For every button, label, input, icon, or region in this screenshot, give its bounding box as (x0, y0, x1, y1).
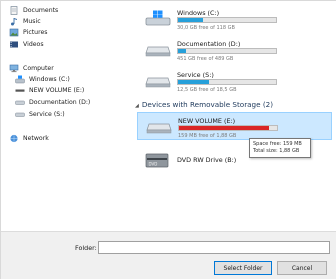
drives-pane: Windows (C:) 30,0 GB free of 118 GB Docu… (129, 1, 336, 231)
sidebar-item-documents[interactable]: Documents (9, 5, 58, 15)
sidebar-item-videos[interactable]: Videos (9, 39, 44, 49)
windows-drive-icon (145, 10, 171, 26)
drive-windows-c[interactable]: Windows (C:) 30,0 GB free of 118 GB (137, 5, 332, 33)
svg-text:DVD: DVD (149, 162, 158, 167)
drive-new-volume-e[interactable]: NEW VOLUME (E:) 159 MB free of 1,88 GB (137, 112, 332, 140)
drive-name: Windows (C:) (177, 9, 220, 17)
drive-free-space: 30,0 GB free of 118 GB (177, 25, 235, 31)
sidebar-item-label: NEW VOLUME (E:) (29, 86, 85, 94)
folder-label: Folder: (75, 244, 97, 252)
drive-name: DVD RW Drive (B:) (177, 156, 237, 164)
drive-name: Service (S:) (177, 71, 214, 79)
drive-usage-fill (178, 18, 203, 22)
sidebar-item-windows-c[interactable]: Windows (C:) (15, 74, 70, 84)
windows-drive-icon (15, 75, 25, 84)
music-icon (9, 17, 19, 26)
sidebar-item-label: Documentation (D:) (29, 98, 91, 106)
group-header-label: Devices with Removable Storage (2) (141, 100, 274, 109)
select-folder-button[interactable]: Select Folder (214, 261, 272, 275)
dialog-footer: Folder: Select Folder Cancel (1, 231, 336, 279)
sidebar-item-documentation-d[interactable]: Documentation (D:) (15, 97, 90, 107)
drive-icon (145, 72, 171, 88)
sidebar-item-label: Pictures (23, 28, 48, 36)
drive-usage-fill (178, 49, 186, 53)
sidebar-item-label: Videos (23, 40, 44, 48)
drive-icon (145, 41, 171, 57)
tooltip-space-free: Space free: 159 MB (253, 141, 302, 147)
navigation-pane: Documents Music Pictures Videos Computer (1, 1, 129, 231)
drive-usage-fill (178, 80, 210, 84)
sidebar-item-pictures[interactable]: Pictures (9, 27, 48, 37)
videos-icon (9, 40, 19, 49)
usb-drive-icon (146, 118, 172, 134)
drive-usage-bar (177, 79, 277, 85)
sidebar-item-service-s[interactable]: Service (S:) (15, 109, 65, 119)
sidebar-item-label: Music (23, 17, 41, 25)
sidebar-item-label: Network (23, 134, 49, 142)
drive-documentation-d[interactable]: Documentation (D:) 451 GB free of 489 GB (137, 36, 332, 64)
dvd-drive-icon: DVD (145, 152, 171, 168)
pictures-icon (9, 28, 19, 37)
removable-storage-group-header[interactable]: ◢ Devices with Removable Storage (2) (135, 100, 273, 109)
drive-info-tooltip: Space free: 159 MB Total size: 1,88 GB (249, 138, 311, 158)
drive-free-space: 12,5 GB free of 18,5 GB (177, 87, 237, 93)
drive-usage-bar (177, 48, 277, 54)
drive-usage-fill (179, 126, 270, 130)
sidebar-item-label: Computer (23, 64, 54, 72)
collapse-triangle-icon[interactable]: ◢ (135, 103, 139, 109)
sidebar-item-network[interactable]: Network (9, 133, 49, 143)
drive-usage-bar (177, 17, 277, 23)
computer-icon (9, 64, 19, 73)
sidebar-item-new-volume-e[interactable]: NEW VOLUME (E:) (15, 85, 84, 95)
cancel-button[interactable]: Cancel (277, 261, 327, 275)
drive-usage-bar (178, 125, 278, 131)
sidebar-item-label: Service (S:) (29, 110, 65, 118)
sidebar-item-music[interactable]: Music (9, 16, 41, 26)
drive-icon (15, 110, 25, 119)
folder-picker-dialog: Documents Music Pictures Videos Computer (0, 0, 336, 279)
sidebar-item-label: Documents (23, 6, 59, 14)
usb-drive-icon (15, 86, 25, 95)
tooltip-total-size: Total size: 1,88 GB (253, 148, 300, 154)
sidebar-item-computer[interactable]: Computer (9, 63, 54, 73)
drive-free-space: 451 GB free of 489 GB (177, 56, 234, 62)
drive-service-s[interactable]: Service (S:) 12,5 GB free of 18,5 GB (137, 67, 332, 95)
documents-icon (9, 5, 19, 15)
sidebar-item-label: Windows (C:) (29, 75, 70, 83)
network-icon (9, 134, 19, 143)
drive-name: NEW VOLUME (E:) (178, 117, 236, 125)
drive-icon (15, 98, 25, 107)
drive-free-space: 159 MB free of 1,88 GB (178, 133, 237, 139)
folder-input[interactable] (98, 241, 330, 254)
drive-name: Documentation (D:) (177, 40, 241, 48)
